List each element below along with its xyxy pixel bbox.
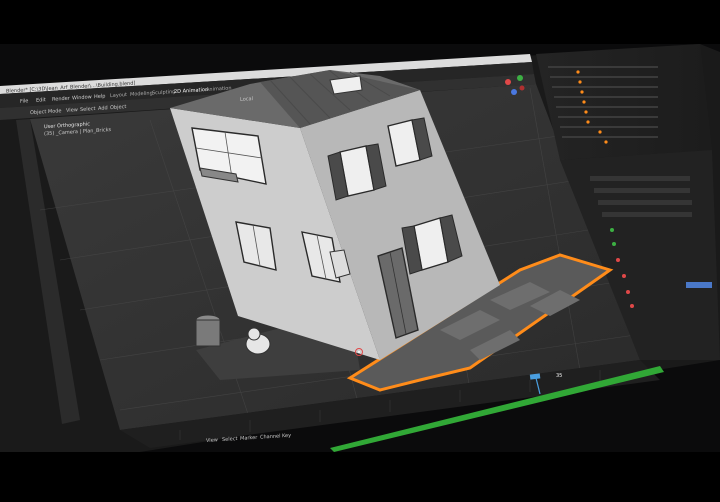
- timeline-channel[interactable]: Channel: [260, 433, 281, 440]
- timeline-select[interactable]: Select: [222, 436, 237, 443]
- menu-help[interactable]: Help: [94, 93, 105, 100]
- timeline-key[interactable]: Key: [282, 433, 291, 440]
- menu-window[interactable]: Window: [72, 94, 92, 101]
- tab-animation[interactable]: Animation: [206, 85, 232, 93]
- transform-orientation[interactable]: Local: [240, 96, 253, 103]
- photo-frame: Blender* [C:\3D\Jean_Arf_Blender\...\Bui…: [0, 0, 720, 502]
- header-object[interactable]: Object: [110, 104, 126, 111]
- tab-2d-animation[interactable]: 2D Animation: [174, 87, 208, 95]
- header-select[interactable]: Select: [80, 106, 95, 113]
- ui-text-layer: Blender* [C:\3D\Jean_Arf_Blender\...\Bui…: [0, 0, 720, 502]
- letterbox-top: [0, 0, 720, 44]
- mode-dropdown[interactable]: Object Mode: [30, 108, 62, 116]
- tab-sculpting[interactable]: Sculpting: [152, 89, 175, 96]
- header-view[interactable]: View: [66, 107, 78, 114]
- timeline-view[interactable]: View: [206, 437, 218, 444]
- menu-edit[interactable]: Edit: [36, 97, 46, 104]
- menu-file[interactable]: File: [20, 98, 28, 105]
- current-frame[interactable]: 35: [556, 373, 562, 379]
- menu-render[interactable]: Render: [52, 96, 70, 103]
- tab-layout[interactable]: Layout: [110, 92, 127, 99]
- tab-modeling[interactable]: Modeling: [130, 90, 153, 97]
- timeline-marker[interactable]: Marker: [240, 435, 257, 442]
- letterbox-bottom: [0, 452, 720, 502]
- header-add[interactable]: Add: [98, 105, 108, 112]
